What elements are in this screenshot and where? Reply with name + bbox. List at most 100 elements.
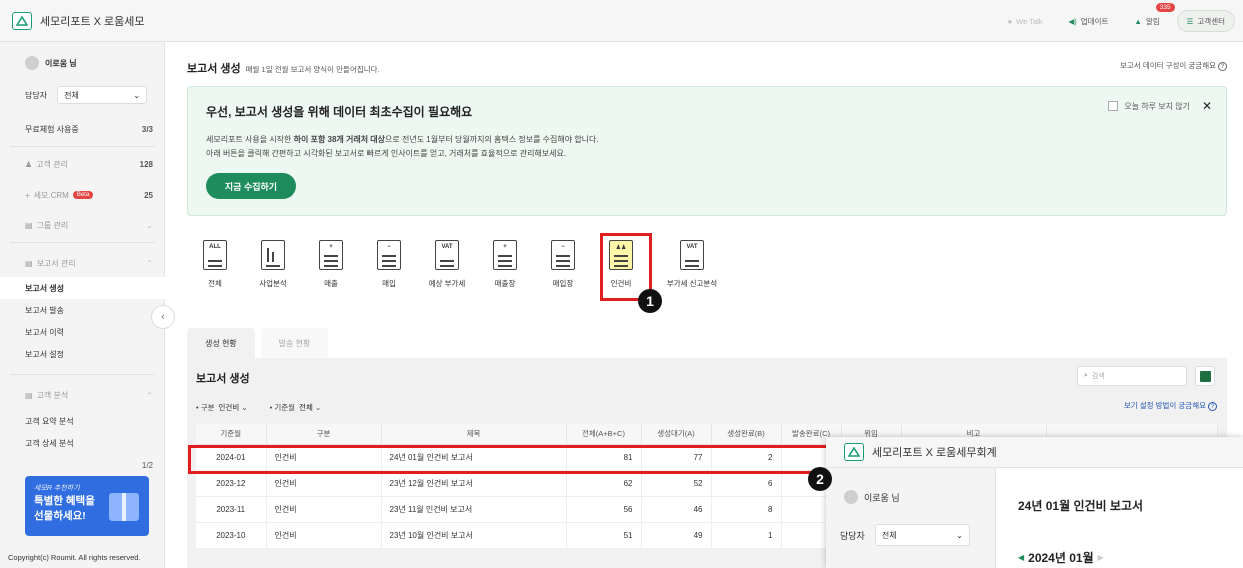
category-business[interactable]: 사업분석 [247,240,299,296]
popup-manager-label: 담당자 [840,530,865,541]
category-label: 전체 [208,279,222,288]
report-send-label: 보고서 발송 [25,305,65,315]
category-expected-vat[interactable]: VAT 예상 부가세 [421,240,473,296]
column-header[interactable]: 전체(A+B+C) [566,424,642,445]
tab-send-status[interactable]: 발송 현황 [260,328,329,358]
trial-value: 3/3 [141,124,153,134]
table-help-text: 보기 설정 방법이 궁금해요 [1123,401,1206,410]
banner-dismiss: 오늘 하루 보지 않기 ✕ [1108,99,1212,113]
manager-select[interactable]: 전체 ⌄ [57,86,148,104]
sidebar-pager[interactable]: 1/2 [0,454,165,476]
filter-month-label: 기준월 [274,403,296,412]
next-month-icon[interactable]: ▶ [1098,553,1104,562]
collect-now-button[interactable]: 지금 수집하기 [206,173,296,199]
chevron-up-icon: ⌃ [146,258,153,268]
category-purchase[interactable]: − 매입 [363,240,415,296]
column-header[interactable]: 구분 [266,424,382,445]
report-icon: ▤ [25,258,33,268]
category-purchase-ledger[interactable]: − 매입장 [537,240,589,296]
category-sales[interactable]: + 매출 [305,240,357,296]
page-title: 보고서 생성 매월 1일 전월 보고서 양식이 만들어집니다. [187,60,380,76]
sidebar-user[interactable]: 이로움 님 [0,52,165,74]
sidebar-item-detail[interactable]: 고객 상세 분석 [0,432,165,454]
popup-user-name: 이로움 님 [864,492,900,503]
sidebar-item-analysis[interactable]: ▤ 고객 분석 ⌃ [0,384,165,406]
excel-download-button[interactable] [1195,366,1215,386]
step-marker-2: 2 [808,467,832,491]
sidebar-manager: 담당자 전체 ⌄ [0,84,165,106]
chevron-left-icon: ‹ [161,311,165,323]
top-bar: 세모리포트 X 로움세모 ● We Talk ◀) 업데이트 ▲ 알림 335 … [0,0,1243,42]
cell-waiting[interactable]: 46 [641,496,712,523]
sidebar-item-groups[interactable]: ▤ 그룹 관리 ⌄ [0,214,165,236]
question-icon: ? [1208,402,1217,411]
popup-manager: 담당자 전체 ⌄ [840,524,970,546]
filter-month[interactable]: • 기준월 전체 ⌄ [270,402,322,413]
cell-month: 2023-10 [196,522,267,549]
column-header[interactable]: 생성대기(A) [641,424,712,445]
view-settings-help-link[interactable]: 보기 설정 방법이 궁금해요? [1124,400,1217,411]
cell-title[interactable]: 23년 11월 인건비 보고서 [381,496,567,523]
column-header[interactable]: 제목 [381,424,567,445]
update-button[interactable]: ◀) 업데이트 [1059,10,1118,32]
wetalk-button[interactable]: ● We Talk [998,10,1052,32]
sidebar-item-crm[interactable]: + 세모.CRM Beta 25 [0,184,165,206]
page-title-text: 보고서 생성 [187,63,241,75]
analysis-label: 고객 분석 [36,390,69,400]
report-history-label: 보고서 이력 [25,327,65,337]
column-header[interactable]: 기준월 [196,424,267,445]
page-subtitle: 매월 1일 전월 보고서 양식이 만들어집니다. [245,65,380,74]
bar-chart-icon [261,240,285,270]
cell-title[interactable]: 23년 10월 인건비 보고서 [381,522,567,549]
prev-month-icon[interactable]: ◀ [1018,553,1024,562]
search-input[interactable]: ⌕ 검색 [1077,366,1187,386]
brand[interactable]: 세모리포트 X 로움세모 [12,12,145,30]
support-label: 고객센터 [1197,16,1225,26]
popup-user[interactable]: 이로움 님 [844,490,900,504]
group-mgmt-label: 그룹 관리 [36,220,69,230]
alarm-button[interactable]: ▲ 알림 335 [1125,3,1175,32]
filter-type-label: 구분 [200,403,215,412]
collect-banner: 우선, 보고서 생성을 위해 데이터 최초수집이 필요해요 세모리포트 사용을 … [187,86,1227,216]
category-vat-report[interactable]: VAT 부가세 신고분석 [657,240,727,296]
cell-waiting[interactable]: 49 [641,522,712,549]
sidebar-item-report-send[interactable]: 보고서 발송 [0,299,165,321]
support-button[interactable]: ☰ 고객센터 [1176,10,1235,32]
filter-type-value: 인건비 [218,403,240,412]
dismiss-checkbox[interactable] [1108,101,1119,111]
help-text: 보고서 데이터 구성이 궁금해요 [1120,61,1216,70]
report-category-bar: ALL 전체 사업분석 + 매출 − 매입 VAT 예상 부가세 + 매출장 −… [187,240,747,300]
sidebar-item-report-create[interactable]: 보고서 생성 [0,277,165,299]
popup-header: 세모리포트 X 로움세무회계 [826,437,1243,468]
document-minus-icon: − [377,240,401,270]
icon-text: ALL [209,244,221,250]
promo-banner[interactable]: 세모R 추천하기 특별한 혜택을 선물하세요! [25,476,149,536]
tab-create-status[interactable]: 생성 현황 [187,328,255,358]
cell-done[interactable]: 1 [711,522,782,549]
popup-manager-select[interactable]: 전체 ⌄ [874,524,970,546]
megaphone-icon: ◀) [1068,16,1077,26]
sidebar-item-report-mgmt[interactable]: ▤ 보고서 관리 ⌃ [0,252,165,274]
sidebar-item-report-settings[interactable]: 보고서 설정 [0,343,165,365]
report-create-label: 보고서 생성 [25,283,65,293]
sidebar-divider [10,146,155,147]
cell-done[interactable]: 8 [711,496,782,523]
category-label: 예상 부가세 [428,279,466,288]
column-header[interactable]: 생성완료(B) [711,424,782,445]
sidebar-item-customers[interactable]: ♟ 고객 관리 128 [0,153,165,175]
chevron-down-icon: ⌄ [241,403,248,412]
close-icon[interactable]: ✕ [1202,99,1212,113]
chevron-down-icon: ⌄ [956,530,963,540]
filter-type[interactable]: • 구분 인건비 ⌄ [196,402,248,413]
category-all[interactable]: ALL 전체 [189,240,241,296]
cell-type: 인건비 [266,496,382,523]
category-sales-ledger[interactable]: + 매출장 [479,240,531,296]
report-title: 보고서 생성 [196,373,250,385]
popup-report-title: 24년 01월 인건비 보고서 [1018,499,1144,513]
sidebar-item-summary[interactable]: 고객 요약 분석 [0,410,165,432]
user-icon [25,56,39,70]
brand-title: 세모리포트 X 로움세모 [40,16,145,28]
data-structure-help-link[interactable]: 보고서 데이터 구성이 궁금해요? [1120,60,1227,71]
customer-count: 128 [139,159,153,169]
sidebar-item-report-history[interactable]: 보고서 이력 [0,321,165,343]
